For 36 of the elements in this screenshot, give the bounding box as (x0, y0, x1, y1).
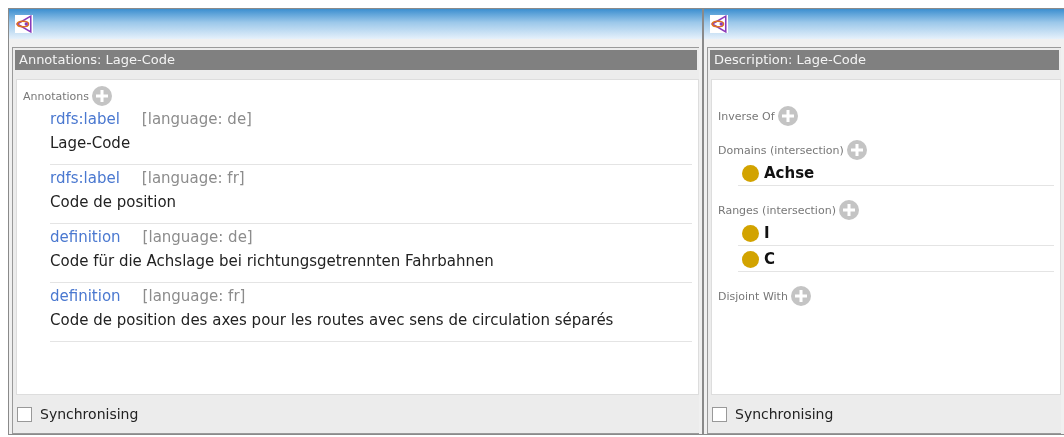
class-icon (742, 250, 759, 268)
checkbox[interactable] (712, 406, 727, 422)
checkbox-label: Synchronising (735, 406, 834, 422)
section-label: Ranges (intersection) (718, 203, 836, 217)
class-name[interactable]: I (764, 224, 770, 242)
add-icon[interactable] (846, 140, 867, 160)
annotation-value: Code für die Achslage bei richtungsgetrennten Fahrbahnen (50, 252, 495, 270)
add-icon[interactable] (777, 106, 798, 126)
property-link[interactable]: definition (50, 287, 121, 305)
section-label: Domains (intersection) (718, 143, 844, 157)
property-link[interactable]: rdfs:label (50, 169, 120, 187)
add-icon[interactable] (92, 86, 113, 106)
language-tag: [language: de] (142, 228, 253, 246)
language-tag: [language: fr] (142, 287, 246, 305)
class-icon (742, 164, 759, 182)
panel-title: Description: Lage-Code (714, 52, 866, 67)
language-tag: [language: fr] (141, 169, 245, 187)
add-icon[interactable] (838, 200, 859, 220)
panel-title: Annotations: Lage-Code (19, 52, 175, 67)
app-logo-icon (15, 15, 33, 33)
annotation-value: Code de position (50, 193, 178, 211)
section-label: Inverse Of (718, 109, 775, 123)
section-label: Disjoint With (718, 289, 788, 303)
class-name[interactable]: Achse (764, 164, 815, 182)
add-icon[interactable] (790, 286, 811, 306)
class-icon (742, 224, 759, 242)
property-link[interactable]: definition (50, 228, 121, 246)
language-tag: [language: de] (141, 110, 252, 128)
annotation-value: Code de position des axes pour les routes avec sens de circulation séparés (50, 311, 615, 329)
property-link[interactable]: rdfs:label (50, 110, 120, 128)
class-name[interactable]: C (764, 250, 775, 268)
section-label: Annotations (23, 89, 90, 103)
checkbox[interactable] (17, 406, 32, 422)
annotation-value: Lage-Code (50, 134, 132, 152)
app-logo-icon (710, 15, 728, 33)
checkbox-label: Synchronising (40, 406, 139, 422)
